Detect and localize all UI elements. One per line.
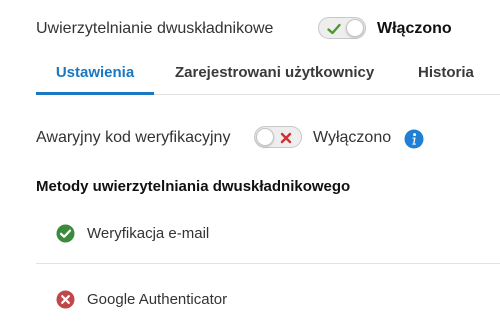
- two-factor-status: Włączono: [377, 20, 452, 37]
- tab-registered-users[interactable]: Zarejestrowani użytkownicy: [175, 60, 374, 95]
- backup-code-label: Awaryjny kod weryfikacyjny: [36, 129, 231, 146]
- tab-history[interactable]: Historia: [418, 60, 474, 95]
- two-factor-settings-panel: Uwierzytelnianie dwuskładnikowe Włączono…: [0, 0, 500, 330]
- method-label: Google Authenticator: [87, 291, 228, 308]
- methods-divider: [36, 263, 500, 264]
- toggle-knob: [256, 128, 274, 146]
- methods-section-title: Metody uwierzytelniania dwuskładnikowego: [36, 178, 351, 195]
- info-icon[interactable]: [404, 129, 424, 149]
- method-google-authenticator[interactable]: Google Authenticator: [56, 289, 500, 311]
- check-icon: [327, 23, 341, 35]
- toggle-knob: [346, 19, 364, 37]
- two-factor-toggle[interactable]: [318, 17, 366, 39]
- method-email-verification[interactable]: Weryfikacja e-mail: [56, 223, 500, 245]
- x-icon: [280, 132, 292, 144]
- two-factor-label: Uwierzytelnianie dwuskładnikowe: [36, 20, 274, 37]
- x-circle-icon: [56, 290, 75, 309]
- tab-bar: Ustawienia Zarejestrowani użytkownicy Hi…: [0, 60, 500, 95]
- backup-code-status: Wyłączono: [313, 129, 392, 146]
- method-label: Weryfikacja e-mail: [87, 225, 210, 242]
- tab-settings[interactable]: Ustawienia: [36, 60, 154, 95]
- backup-code-toggle[interactable]: [254, 126, 302, 148]
- check-circle-icon: [56, 224, 75, 243]
